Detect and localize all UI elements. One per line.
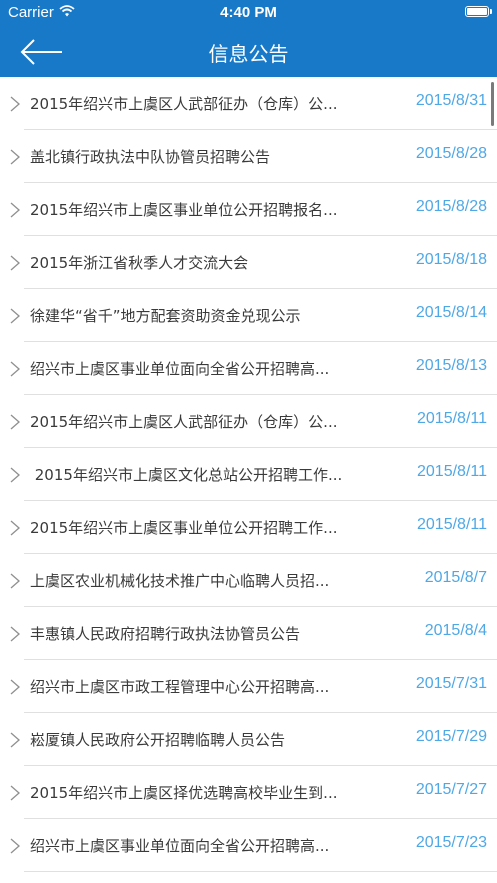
item-date: 2015/7/31 [415,675,487,692]
chevron-right-icon [10,96,20,112]
item-date: 2015/8/14 [415,304,487,321]
item-date: 2015/8/11 [417,516,487,533]
list-item[interactable]: 上虞区农业机械化技术推广中心临聘人员招... 2015/8/7 [0,554,497,607]
list-item[interactable]: 绍兴市上虞区事业单位面向全省公开招聘高... 2015/8/13 [0,342,497,395]
list-item[interactable]: 崧厦镇人民政府公开招聘临聘人员公告 2015/7/29 [0,713,497,766]
item-title: 2015年绍兴市上虞区人武部征办（仓库）公... [30,413,338,431]
item-date: 2015/8/4 [424,622,487,639]
item-title: 盖北镇行政执法中队协管员招聘公告 [30,148,271,166]
item-date: 2015/8/28 [415,198,487,215]
chevron-right-icon [10,149,20,165]
item-title: 崧厦镇人民政府公开招聘临聘人员公告 [30,731,286,749]
list-item[interactable]: 2015年浙江省秋季人才交流大会 2015/8/18 [0,236,497,289]
item-date: 2015/8/28 [415,145,487,162]
item-title: 绍兴市上虞区事业单位面向全省公开招聘高... [30,360,330,378]
navigation-bar: 信息公告 [0,27,497,77]
page-title: 信息公告 [208,42,289,66]
list-item[interactable]: 2015年绍兴市上虞区事业单位公开招聘工作... 2015/8/11 [0,501,497,554]
list-item[interactable]: 2015年绍兴市上虞区人武部征办（仓库）公... 2015/8/31 [0,77,497,130]
chevron-right-icon [10,732,20,748]
item-title: 上虞区农业机械化技术推广中心临聘人员招... [30,572,330,590]
list-item[interactable]: 绍兴市上虞区市政工程管理中心公开招聘高... 2015/7/31 [0,660,497,713]
item-date: 2015/8/11 [417,410,487,427]
battery-icon [465,6,492,17]
item-date: 2015/7/23 [415,834,487,851]
list-item[interactable]: 2015年绍兴市上虞区择优选聘高校毕业生到... 2015/7/27 [0,766,497,819]
chevron-right-icon [10,255,20,271]
scrollbar[interactable] [491,82,494,126]
chevron-right-icon [10,414,20,430]
list-item[interactable]: 丰惠镇人民政府招聘行政执法协管员公告 2015/8/4 [0,607,497,660]
item-date: 2015/7/27 [415,781,487,798]
item-date: 2015/8/13 [415,357,487,374]
chevron-right-icon [10,202,20,218]
item-date: 2015/8/18 [415,251,487,268]
chevron-right-icon [10,626,20,642]
status-bar: Carrier 4:40 PM [0,0,497,27]
chevron-right-icon [10,573,20,589]
list-item[interactable]: 2015年绍兴市上虞区文化总站公开招聘工作... 2015/8/11 [0,448,497,501]
item-date: 2015/8/7 [424,569,487,586]
list-item[interactable]: 盖北镇行政执法中队协管员招聘公告 2015/8/28 [0,130,497,183]
item-title: 2015年浙江省秋季人才交流大会 [30,254,249,272]
item-title: 2015年绍兴市上虞区事业单位公开招聘工作... [30,519,338,537]
list-item[interactable]: 徐建华“省千”地方配套资助资金兑现公示 2015/8/14 [0,289,497,342]
list-item[interactable]: 2015年绍兴市上虞区事业单位公开招聘报名... 2015/8/28 [0,183,497,236]
item-title: 2015年绍兴市上虞区事业单位公开招聘报名... [30,201,338,219]
announcement-list[interactable]: 2015年绍兴市上虞区人武部征办（仓库）公... 2015/8/31 盖北镇行政… [0,77,497,883]
list-item[interactable]: 2015年绍兴市上虞区人武部征办（仓库）公... 2015/8/11 [0,395,497,448]
item-title: 2015年绍兴市上虞区择优选聘高校毕业生到... [30,784,338,802]
item-title: 2015年绍兴市上虞区文化总站公开招聘工作... [30,466,343,484]
chevron-right-icon [10,838,20,854]
item-title: 绍兴市上虞区事业单位面向全省公开招聘高... [30,837,330,855]
item-date: 2015/8/11 [417,463,487,480]
item-title: 2015年绍兴市上虞区人武部征办（仓库）公... [30,95,338,113]
item-date: 2015/8/31 [415,92,487,109]
item-title: 徐建华“省千”地方配套资助资金兑现公示 [30,307,301,325]
chevron-right-icon [10,520,20,536]
clock: 4:40 PM [220,4,277,21]
item-title: 丰惠镇人民政府招聘行政执法协管员公告 [30,625,301,643]
chevron-right-icon [10,785,20,801]
divider [24,871,497,872]
chevron-right-icon [10,679,20,695]
chevron-right-icon [10,361,20,377]
list-item[interactable]: 绍兴市上虞区事业单位面向全省公开招聘高... 2015/7/23 [0,819,497,872]
item-title: 绍兴市上虞区市政工程管理中心公开招聘高... [30,678,330,696]
chevron-right-icon [10,308,20,324]
item-date: 2015/7/29 [415,728,487,745]
chevron-right-icon [10,467,20,483]
